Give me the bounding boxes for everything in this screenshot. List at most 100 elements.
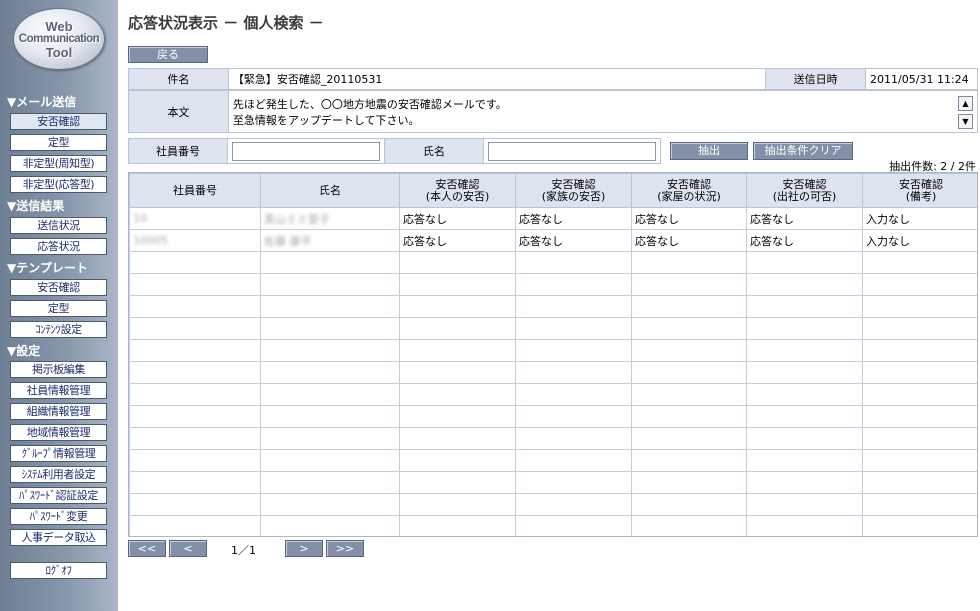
column-header-line-1: 安否確認: [899, 177, 943, 191]
empty-cell: [862, 515, 977, 536]
table-cell: 応答なし: [515, 229, 632, 252]
result-table: 社員番号 氏名 安否確認 (本人の安否) 安否確認 (家族の安否) 安否確認 (家屋の状況) 安…: [129, 173, 977, 536]
empty-cell: [631, 515, 747, 536]
section-template: ▼テンプレート: [7, 261, 88, 275]
empty-cell: [515, 295, 632, 318]
empty-cell: [260, 405, 400, 428]
table-cell: 応答なし: [515, 207, 632, 230]
empty-row: [129, 317, 977, 340]
back-button[interactable]: 戻る: [128, 46, 208, 63]
nav-password-auth[interactable]: ﾊﾟｽﾜｰﾄﾞ認証設定: [10, 487, 107, 504]
nav-response-status[interactable]: 応答状況: [10, 238, 107, 255]
empty-cell: [746, 383, 863, 406]
empty-cell: [746, 449, 863, 472]
body-textarea[interactable]: 先ほど発生した、〇〇地方地震の安否確認メールです。 至急情報をアップデートして下…: [227, 90, 979, 133]
empty-cell: [129, 493, 261, 516]
scroll-down-icon[interactable]: ▼: [958, 114, 973, 129]
nav-template-content[interactable]: ｺﾝﾃﾝﾂ設定: [10, 321, 107, 338]
nav-send-status[interactable]: 送信状況: [10, 217, 107, 234]
empty-cell: [631, 317, 747, 340]
nav-bulletin-edit[interactable]: 掲示板編集: [10, 361, 107, 378]
column-header-line-1: 安否確認: [551, 177, 596, 191]
empty-cell: [862, 317, 977, 340]
column-header-line-1: 安否確認: [435, 177, 480, 191]
table-cell: 応答なし: [746, 229, 863, 252]
empty-row: [129, 515, 977, 536]
empty-cell: [746, 515, 863, 536]
empty-cell: [515, 449, 632, 472]
scroll-up-icon[interactable]: ▲: [958, 96, 973, 111]
nav-region-info[interactable]: 地域情報管理: [10, 424, 107, 441]
table-row[interactable]: 10005 佐藤 康平 応答なし 応答なし 応答なし 応答なし 入力なし: [129, 229, 977, 252]
empty-cell: [129, 471, 261, 494]
name-input[interactable]: [488, 141, 656, 161]
nav-group-info[interactable]: ｸﾞﾙｰﾌﾟ情報管理: [10, 445, 107, 462]
empty-cell: [515, 405, 632, 428]
empty-cell: [862, 295, 977, 318]
column-header-line-1: 氏名: [319, 183, 341, 197]
column-header-line-1: 社員番号: [173, 183, 217, 197]
nav-password-change[interactable]: ﾊﾟｽﾜｰﾄﾞ変更: [10, 508, 107, 525]
nav-mail-notice[interactable]: 非定型(周知型): [10, 155, 107, 172]
search-table: 社員番号 氏名: [128, 138, 661, 164]
first-page-button[interactable]: <<: [128, 540, 166, 557]
main-content: 応答状況表示 － 個人検索 － 戻る 件名 【緊急】安否確認_20110531 …: [118, 0, 980, 611]
column-header: 安否確認 (家屋の状況): [631, 173, 747, 208]
logo-line-3: Tool: [45, 44, 73, 60]
nav-org-info[interactable]: 組織情報管理: [10, 403, 107, 420]
nav-hr-import[interactable]: 人事データ取込: [10, 529, 107, 546]
column-header-line-2: (家族の安否): [541, 189, 606, 203]
empty-cell: [515, 427, 632, 450]
table-cell: 応答なし: [746, 207, 863, 230]
empty-cell: [631, 493, 747, 516]
nav-mail-safety[interactable]: 安否確認: [10, 113, 107, 130]
clear-conditions-button[interactable]: 抽出条件クリア: [753, 142, 853, 160]
empty-row: [129, 273, 977, 296]
last-page-button[interactable]: >>: [326, 540, 364, 557]
empty-cell: [862, 383, 977, 406]
empty-cell: [260, 515, 400, 536]
nav-template-safety[interactable]: 安否確認: [10, 279, 107, 296]
empty-cell: [260, 493, 400, 516]
empty-cell: [399, 471, 516, 494]
column-header-line-2: (家屋の状況): [657, 189, 721, 203]
empty-cell: [260, 295, 400, 318]
empty-row: [129, 427, 977, 450]
empty-cell: [862, 251, 977, 274]
result-header-row: 社員番号 氏名 安否確認 (本人の安否) 安否確認 (家族の安否) 安否確認 (家屋の状況) 安…: [129, 173, 977, 208]
empty-cell: [515, 339, 632, 362]
empty-cell: [260, 471, 400, 494]
table-cell: 10005: [129, 229, 261, 252]
empty-cell: [260, 449, 400, 472]
emp-no-input[interactable]: [232, 141, 380, 161]
logout-button[interactable]: ﾛｸﾞｵﾌ: [10, 562, 107, 579]
empty-cell: [746, 427, 863, 450]
table-row[interactable]: 10 黒山ミミ愛子 応答なし 応答なし 応答なし 応答なし 入力なし: [129, 207, 977, 230]
empty-cell: [260, 427, 400, 450]
empty-cell: [260, 383, 400, 406]
logo-line-2: Communication: [18, 32, 100, 45]
nav-system-user[interactable]: ｼｽﾃﾑ利用者設定: [10, 466, 107, 483]
empty-cell: [129, 273, 261, 296]
prev-page-button[interactable]: <: [169, 540, 207, 557]
table-cell: 入力なし: [862, 229, 977, 252]
nav-mail-fixed[interactable]: 定型: [10, 134, 107, 151]
empty-cell: [399, 317, 516, 340]
empty-cell: [260, 273, 400, 296]
empty-cell: [631, 339, 747, 362]
empty-cell: [260, 339, 400, 362]
empty-cell: [746, 251, 863, 274]
nav-employee-info[interactable]: 社員情報管理: [10, 382, 107, 399]
empty-cell: [399, 361, 516, 384]
subject-label: 件名: [128, 68, 229, 90]
nav-template-fixed[interactable]: 定型: [10, 300, 107, 317]
empty-cell: [862, 427, 977, 450]
extract-button[interactable]: 抽出: [670, 142, 748, 160]
nav-mail-response[interactable]: 非定型(応答型): [10, 176, 107, 193]
empty-cell: [129, 339, 261, 362]
column-header: 安否確認 (家族の安否): [515, 173, 632, 208]
body-line-2: 至急情報をアップデートして下さい。: [232, 113, 420, 127]
empty-row: [129, 295, 977, 318]
name-label: 氏名: [384, 138, 484, 164]
next-page-button[interactable]: >: [285, 540, 323, 557]
